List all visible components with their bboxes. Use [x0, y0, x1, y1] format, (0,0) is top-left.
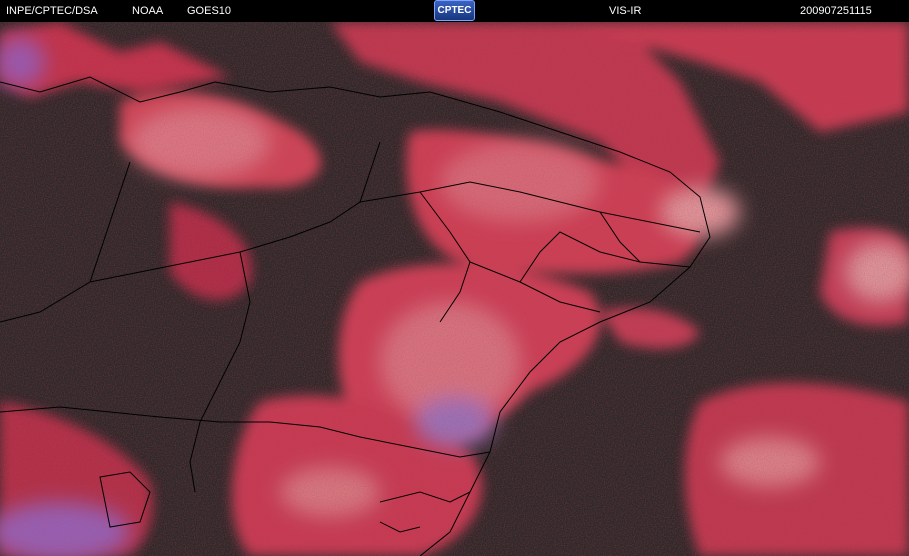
cptec-logo: CPTEC [434, 0, 475, 21]
cloud-speckle-texture [0, 22, 909, 556]
satellite-map [0, 22, 909, 556]
header-bar: INPE/CPTEC/DSA NOAA GOES10 CPTEC VIS-IR … [0, 0, 909, 22]
timestamp-label: 200907251115 [800, 5, 872, 17]
satellite-label: GOES10 [187, 5, 232, 17]
agency-label: NOAA [132, 5, 164, 17]
channel-label: VIS-IR [609, 5, 642, 17]
satellite-image-frame: INPE/CPTEC/DSA NOAA GOES10 CPTEC VIS-IR … [0, 0, 909, 556]
source-label: INPE/CPTEC/DSA [6, 5, 98, 17]
